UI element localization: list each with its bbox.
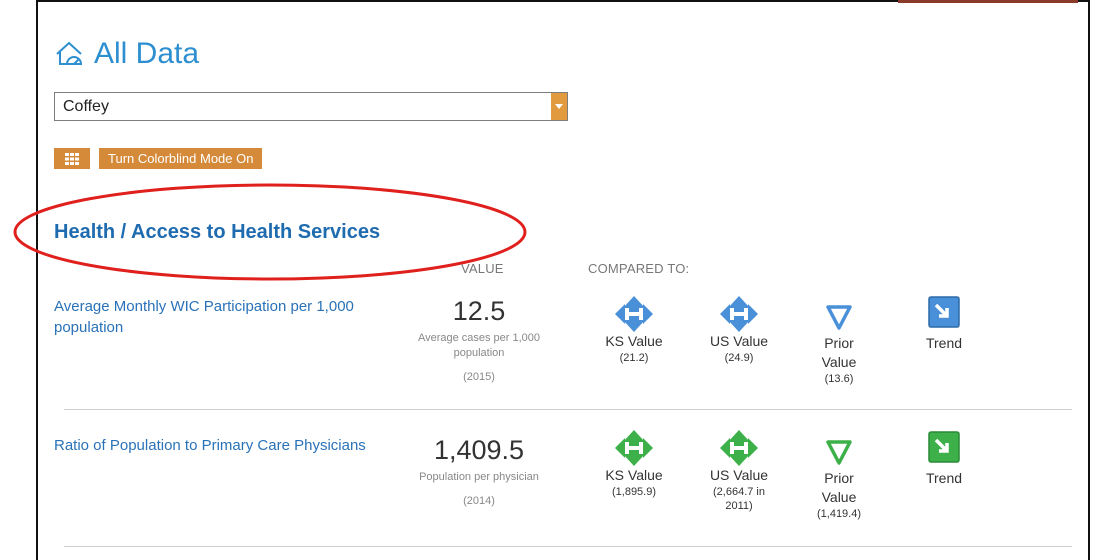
us-comparison[interactable]: US Value (24.9)	[699, 296, 779, 365]
indicator-name-link[interactable]: Average Monthly WIC Participation per 1,…	[54, 296, 384, 338]
diamond-compare-icon	[615, 430, 653, 466]
indicator-value: 1,409.5	[433, 435, 525, 465]
indicator-value: 12.5	[452, 296, 506, 326]
trend-arrow-icon	[928, 296, 960, 328]
us-label: US Value	[709, 333, 769, 349]
value-year: (2015)	[463, 371, 495, 383]
value-year: (2014)	[463, 495, 495, 507]
trend-arrow-icon	[928, 431, 960, 463]
trend-label: Trend	[925, 470, 963, 486]
prior-value: (1,419.4)	[816, 508, 862, 520]
down-triangle-icon	[826, 440, 852, 465]
value-column-header: VALUE	[461, 261, 504, 276]
page-title: All Data	[94, 37, 200, 70]
row-divider	[64, 546, 1072, 547]
ks-label: KS Value	[605, 467, 663, 483]
grid-icon	[65, 152, 79, 165]
diamond-compare-icon	[720, 296, 758, 332]
prior-value: (13.6)	[824, 373, 854, 385]
trend-link[interactable]: Trend	[914, 431, 974, 488]
value-block: 12.5 Average cases per 1,000 population …	[404, 296, 554, 383]
compared-column-header: COMPARED TO:	[588, 261, 690, 276]
page-header: All Data	[54, 34, 199, 74]
trend-label: Trend	[925, 335, 963, 351]
prior-comparison[interactable]: Prior Value (1,419.4)	[809, 439, 869, 521]
prior-comparison[interactable]: Prior Value (13.6)	[809, 304, 869, 386]
row-divider	[64, 409, 1072, 410]
down-triangle-icon	[826, 305, 852, 330]
county-select[interactable]: Coffey	[54, 92, 568, 121]
diamond-compare-icon	[720, 430, 758, 466]
county-select-value: Coffey	[63, 98, 109, 115]
grid-view-button[interactable]	[54, 148, 90, 169]
trend-link[interactable]: Trend	[914, 296, 974, 353]
value-block: 1,409.5 Population per physician (2014)	[404, 435, 554, 507]
diamond-compare-icon	[615, 296, 653, 332]
indicator-name-link[interactable]: Ratio of Population to Primary Care Phys…	[54, 435, 384, 456]
value-description: Population per physician	[419, 471, 539, 483]
ks-label: KS Value	[605, 333, 663, 349]
us-value: (24.9)	[724, 352, 754, 364]
section-heading: Health / Access to Health Services	[54, 221, 381, 243]
ks-value: (21.2)	[619, 352, 649, 364]
ks-comparison[interactable]: KS Value (21.2)	[594, 296, 674, 365]
top-accent-line	[898, 0, 1078, 3]
colorblind-mode-button[interactable]: Turn Colorblind Mode On	[99, 148, 263, 169]
prior-label: Prior Value	[821, 470, 857, 505]
ks-value: (1,895.9)	[611, 486, 657, 498]
prior-label: Prior Value	[821, 335, 857, 370]
value-description: Average cases per 1,000 population	[417, 332, 541, 359]
home-gauge-icon	[56, 41, 83, 65]
chevron-down-icon[interactable]	[551, 93, 567, 120]
us-value: (2,664.7 in 2011)	[713, 486, 765, 512]
us-label: US Value	[709, 467, 769, 483]
us-comparison[interactable]: US Value (2,664.7 in 2011)	[699, 430, 779, 513]
ks-comparison[interactable]: KS Value (1,895.9)	[594, 430, 674, 499]
